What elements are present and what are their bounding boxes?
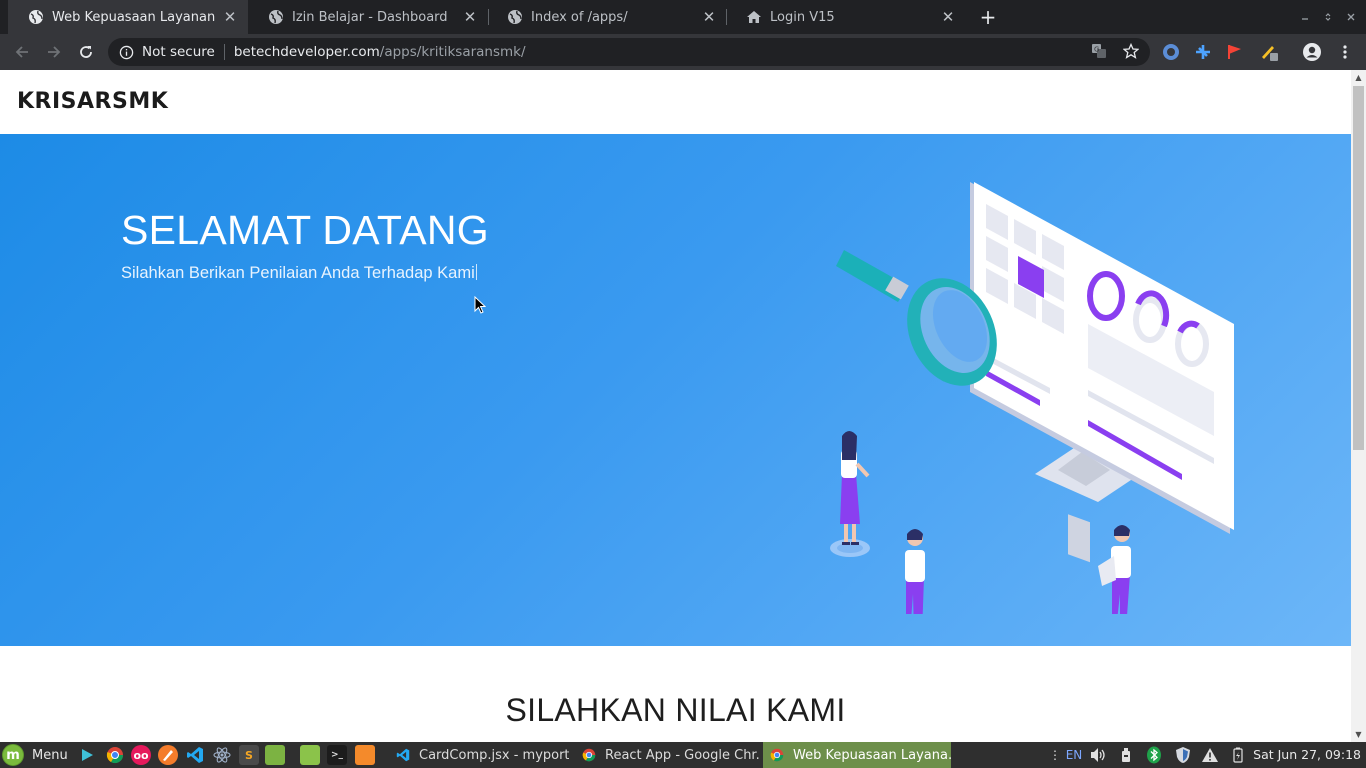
volume-icon[interactable] (1088, 745, 1108, 765)
arrow-right-icon (48, 46, 61, 58)
scroll-down-arrow-icon[interactable]: ▼ (1354, 730, 1363, 739)
chrome-icon (769, 747, 785, 763)
globe-icon (268, 9, 284, 25)
reload-button[interactable] (74, 40, 98, 64)
warning-icon[interactable] (1200, 745, 1220, 765)
url-host: betechdeveloper.com (233, 44, 380, 60)
tab-title: Index of /apps/ (531, 9, 628, 25)
menu-label: Menu (32, 747, 68, 763)
pen-launcher-icon[interactable] (158, 745, 178, 765)
window-title: CardComp.jsx - myport... (419, 747, 569, 763)
shield-icon[interactable] (1173, 745, 1193, 765)
site-navbar: KRISARSMK (0, 70, 1351, 134)
globe-icon (507, 9, 523, 25)
react-launcher-icon[interactable] (212, 745, 232, 765)
section-title: SILAHKAN NILAI KAMI (505, 692, 846, 728)
tab-title: Login V15 (770, 9, 835, 25)
start-menu-button[interactable]: m Menu (2, 743, 68, 767)
address-bar[interactable]: Not secure betechdeveloper.com/apps/krit… (108, 38, 1150, 66)
close-icon[interactable]: ✕ (699, 7, 719, 27)
tray-handle-icon[interactable]: ⋮ (1049, 745, 1061, 765)
url-path: /apps/kritiksaransmk/ (379, 44, 526, 60)
sublime-launcher-icon[interactable]: S (239, 745, 259, 765)
typing-caret (475, 264, 477, 280)
more-vert-icon[interactable] (1335, 42, 1355, 62)
forward-button[interactable] (42, 40, 66, 64)
maximize-icon[interactable] (1319, 8, 1337, 26)
extension-plane-icon[interactable] (1193, 42, 1213, 62)
home-icon (746, 9, 762, 25)
hero-subtitle: Silahkan Berikan Penilaian Anda Terhadap… (121, 264, 477, 283)
minimize-icon[interactable] (1296, 8, 1314, 26)
tab-login-v15[interactable]: Login V15 ✕ (726, 0, 966, 34)
tab-web-kepuasaan[interactable]: Web Kepuasaan Layanan SMK ✕ (8, 0, 248, 34)
removable-drive-icon[interactable] (1116, 745, 1136, 765)
security-label: Not secure (142, 44, 215, 60)
vscode-icon (395, 747, 411, 763)
vscode-launcher-icon[interactable] (185, 745, 205, 765)
tab-title: Web Kepuasaan Layanan SMK (52, 9, 220, 25)
mouse-cursor-icon (474, 295, 487, 318)
profile-avatar-icon[interactable] (1302, 42, 1322, 62)
taskbar-window-react-app[interactable]: React App - Google Chr... (575, 742, 760, 768)
hero-subtitle-text: Silahkan Berikan Penilaian Anda Terhadap… (121, 264, 475, 282)
tab-title: Izin Belajar - Dashboard (292, 9, 448, 25)
window-title: Web Kepuasaan Layana... (793, 747, 951, 763)
chrome-icon (581, 747, 597, 763)
globe-icon (28, 9, 44, 25)
hero-section: SELAMAT DATANG Silahkan Berikan Penilaia… (0, 134, 1351, 646)
system-clock[interactable]: Sat Jun 27, 09:18 (1253, 747, 1361, 762)
info-icon[interactable] (118, 44, 134, 60)
chrome-launcher-icon[interactable] (105, 745, 125, 765)
os-taskbar: m Menu oo S >_ CardComp.jsx - myport... … (0, 742, 1366, 768)
console-launcher-icon[interactable]: >_ (327, 745, 347, 765)
folder-launcher-icon[interactable] (300, 745, 320, 765)
browser-tabstrip: Web Kepuasaan Layanan SMK ✕ Izin Belajar… (0, 0, 1366, 34)
files-launcher-icon[interactable] (265, 745, 285, 765)
linux-mint-icon: m (2, 744, 24, 766)
window-title: React App - Google Chr... (605, 747, 760, 763)
new-tab-button[interactable]: + (976, 5, 1000, 29)
svg-text:G: G (1094, 46, 1099, 54)
divider (223, 44, 225, 60)
close-icon[interactable]: ✕ (220, 7, 240, 27)
analytics-illustration (830, 182, 1234, 614)
page-viewport: KRISARSMK SELAMAT DATANG Silahkan Berika… (0, 70, 1366, 742)
extension-pen-icon[interactable] (1259, 42, 1279, 62)
bluetooth-icon[interactable] (1144, 745, 1164, 765)
reload-icon (80, 46, 92, 58)
scroll-up-arrow-icon[interactable]: ▲ (1354, 73, 1363, 82)
monitor-neck (1068, 514, 1090, 563)
extension-o-icon[interactable] (1161, 42, 1181, 62)
terminal-launcher-icon[interactable] (78, 745, 98, 765)
brand-logo[interactable]: KRISARSMK (17, 89, 168, 114)
hero-title: SELAMAT DATANG (121, 207, 489, 253)
tab-index-apps[interactable]: Index of /apps/ ✕ (487, 0, 727, 34)
scrollbar-thumb[interactable] (1353, 86, 1364, 450)
battery-icon[interactable] (1228, 745, 1248, 765)
flickr-launcher-icon[interactable]: oo (131, 745, 151, 765)
extension-flag-icon[interactable] (1225, 42, 1245, 62)
tab-izin-belajar[interactable]: Izin Belajar - Dashboard ✕ (248, 0, 488, 34)
translate-icon[interactable]: G (1088, 40, 1110, 62)
close-window-icon[interactable] (1342, 8, 1360, 26)
arrow-left-icon (15, 46, 28, 58)
browser-toolbar: Not secure betechdeveloper.com/apps/krit… (0, 34, 1366, 70)
taskbar-window-web-kepuasaan[interactable]: Web Kepuasaan Layana... (763, 742, 951, 768)
close-icon[interactable]: ✕ (938, 7, 958, 27)
taskbar-window-vscode[interactable]: CardComp.jsx - myport... (389, 742, 569, 768)
keyboard-layout[interactable]: EN (1063, 745, 1085, 765)
app-launcher-icon[interactable] (355, 745, 375, 765)
close-icon[interactable]: ✕ (460, 7, 480, 27)
back-button[interactable] (10, 40, 34, 64)
vertical-scrollbar[interactable]: ▲ ▼ (1351, 70, 1366, 742)
bookmark-star-icon[interactable] (1120, 40, 1142, 62)
